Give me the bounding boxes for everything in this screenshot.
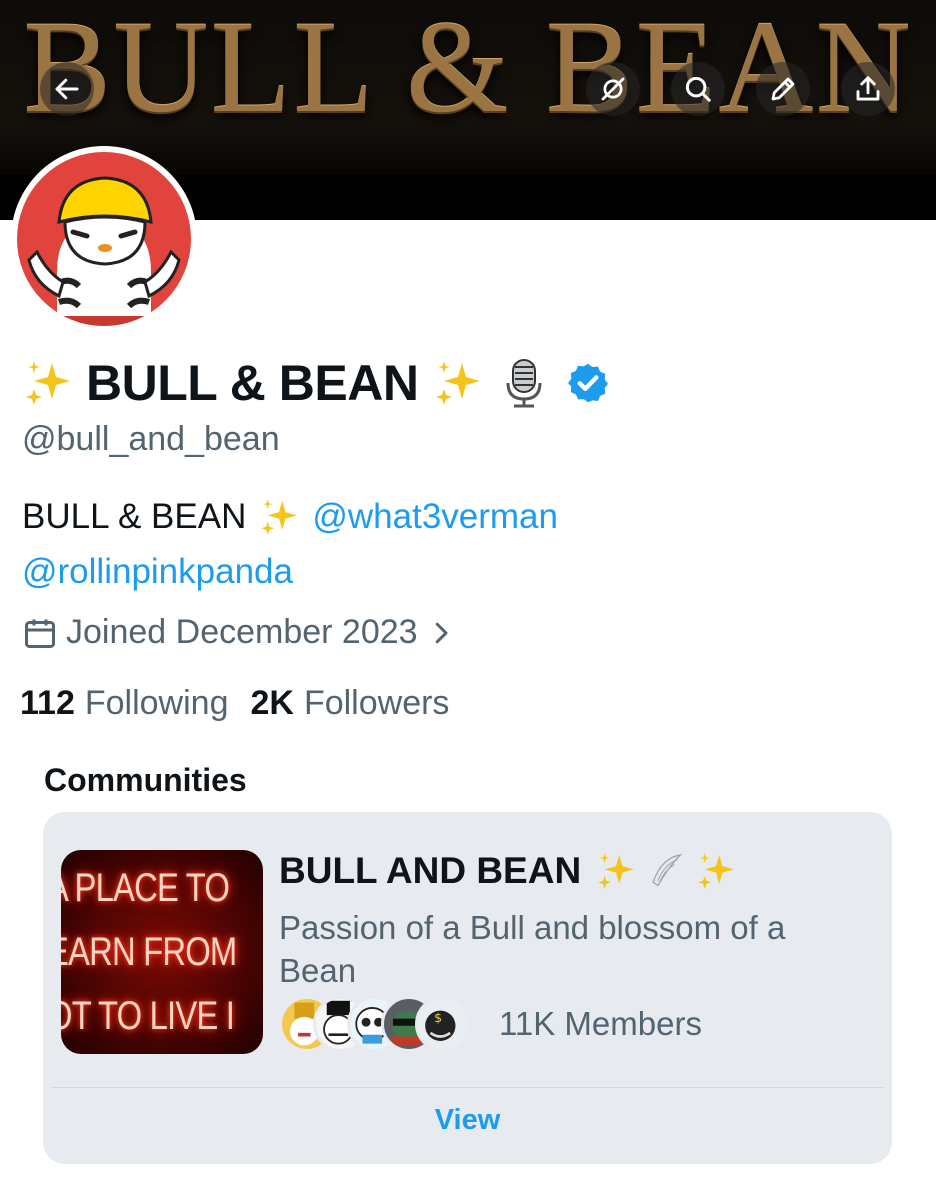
svg-text:$: $ [434, 1010, 442, 1025]
thumbnail-text: OT TO LIVE I [61, 994, 235, 1038]
profile-name-row: BULL & BEAN [22, 350, 610, 416]
share-button[interactable] [841, 62, 895, 116]
bio-mention-link[interactable]: @what3verman [312, 497, 558, 537]
community-members-row: $ 11K Members [279, 996, 702, 1052]
thumbnail-text: EARN FROM [61, 930, 237, 974]
verified-badge-icon[interactable] [566, 361, 610, 405]
edit-pencil-icon [771, 77, 795, 101]
avatar-image [17, 152, 191, 326]
bio-mention-link[interactable]: @rollinpinkpanda [22, 552, 293, 591]
grok-icon [601, 77, 625, 101]
followers-link[interactable]: 2K Followers [250, 684, 449, 723]
search-button[interactable] [671, 62, 725, 116]
view-community-button[interactable]: View [43, 1104, 892, 1137]
community-description: Passion of a Bull and blossom of a Bean [279, 909, 786, 989]
community-members-count: 11K Members [499, 1005, 702, 1042]
wing-icon [652, 853, 683, 887]
joined-date: Joined December 2023 [66, 613, 418, 651]
bio-text: BULL & BEAN [22, 497, 247, 536]
followers-count: 2K [250, 684, 294, 722]
bio-line-2: @rollinpinkpanda [22, 552, 293, 592]
community-title: BULL AND BEAN [279, 850, 582, 891]
sparkles-icon [698, 853, 734, 889]
edit-button[interactable] [756, 62, 810, 116]
share-icon [856, 76, 880, 101]
back-arrow-icon [55, 78, 79, 100]
communities-heading: Communities [44, 762, 247, 798]
profile-avatar[interactable] [11, 146, 197, 332]
bio-line-1: BULL & BEAN @what3verman [22, 496, 558, 538]
search-icon [685, 76, 711, 102]
thumbnail-text: A PLACE TO [61, 866, 230, 910]
grok-button[interactable] [586, 62, 640, 116]
back-button[interactable] [40, 62, 94, 116]
member-avatar: $ [415, 996, 471, 1052]
sparkles-icon [436, 361, 481, 405]
community-card[interactable]: A PLACE TO EARN FROM OT TO LIVE I BULL A… [43, 812, 892, 1164]
joined-date-row[interactable]: Joined December 2023 [22, 613, 456, 652]
followers-label: Followers [303, 684, 450, 722]
sparkles-icon [261, 499, 298, 535]
community-thumbnail: A PLACE TO EARN FROM OT TO LIVE I [61, 850, 263, 1054]
following-label: Following [84, 684, 229, 722]
card-divider [51, 1087, 884, 1088]
chevron-right-icon [435, 622, 448, 643]
sparkles-icon [26, 361, 70, 405]
community-title-row: BULL AND BEAN [279, 850, 737, 892]
display-name: BULL & BEAN [86, 355, 419, 411]
follow-stats: 112 Following 2K Followers [20, 684, 449, 723]
profile-handle: @bull_and_bean [22, 420, 280, 458]
following-link[interactable]: 112 Following [20, 684, 228, 723]
microphone-icon [506, 359, 542, 408]
calendar-icon [25, 619, 55, 648]
sparkles-icon [598, 853, 634, 889]
following-count: 112 [20, 684, 75, 722]
